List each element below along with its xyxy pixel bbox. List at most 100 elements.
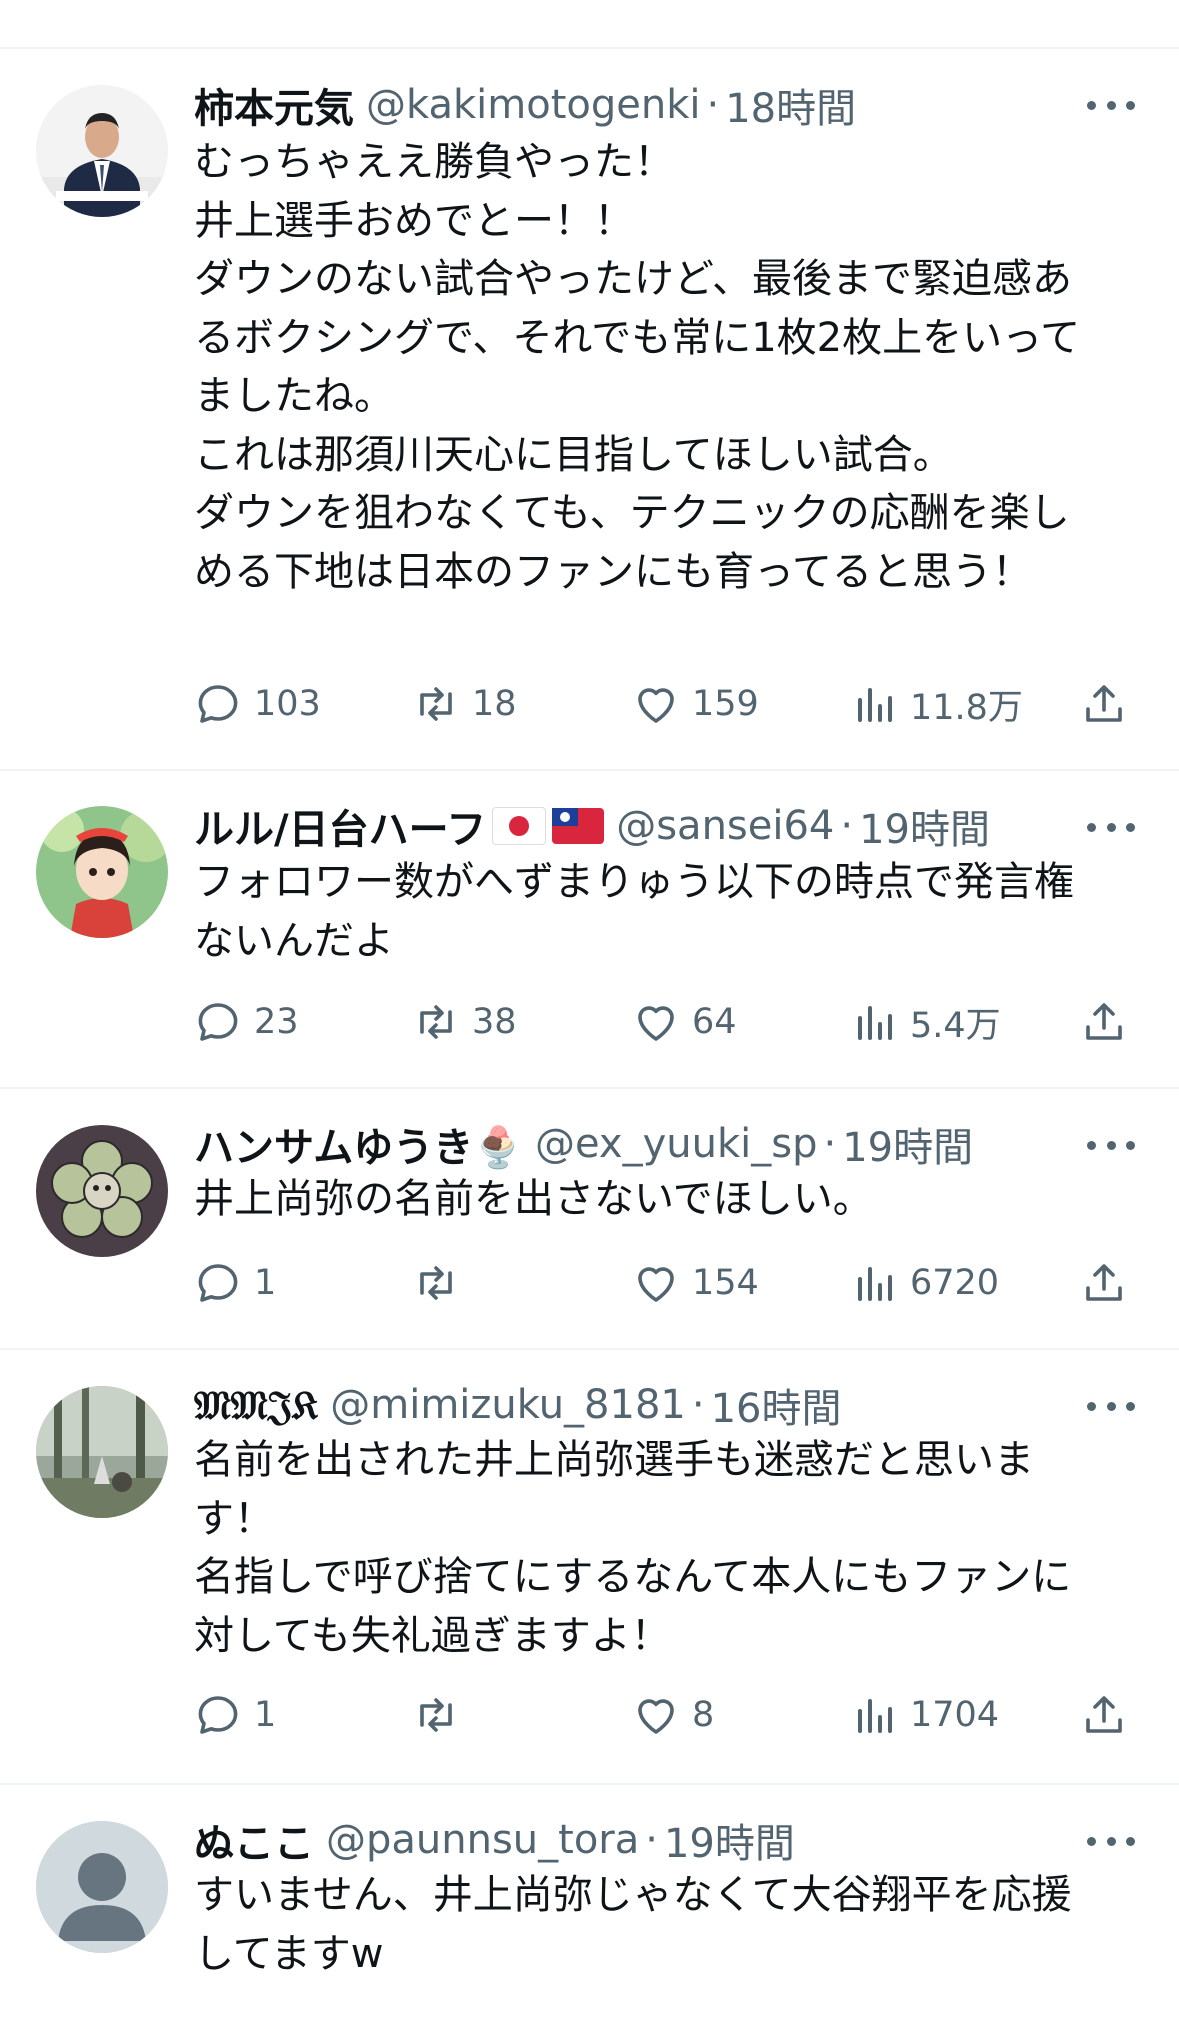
action-bar: 1 8 1704 <box>194 1687 1144 1743</box>
tweet-header: 𝔐𝔐𝔍𝔎 @mimizuku_8181 · 16時間 <box>194 1375 841 1435</box>
share-icon <box>1086 1003 1122 1040</box>
text-line: すいません、井上尚弥じゃなくて大谷翔平を応援 <box>194 1872 1072 1918</box>
share-button[interactable] <box>1080 1687 1128 1743</box>
default-avatar-icon[interactable] <box>36 1821 168 1953</box>
tweet[interactable]: 𝔐𝔐𝔍𝔎 @mimizuku_8181 · 16時間 名前を出された井上尚弥選手… <box>0 1352 1179 1785</box>
retweet-button[interactable]: 18 <box>412 676 517 732</box>
reply-count: 1 <box>254 1263 277 1303</box>
views-count: 5.4万 <box>910 1005 1001 1046</box>
more-icon[interactable] <box>1087 821 1135 833</box>
share-button[interactable] <box>1080 994 1128 1050</box>
views-icon <box>858 1006 892 1040</box>
retweet-button[interactable] <box>412 1255 472 1311</box>
text-line: す！ <box>194 1495 274 1542</box>
action-bar: 23 38 64 5.4万 <box>194 994 1144 1050</box>
share-button[interactable] <box>1080 1255 1128 1311</box>
retweet-icon <box>420 1266 452 1300</box>
reply-icon <box>198 1003 238 1041</box>
heart-icon <box>638 1699 674 1734</box>
handle[interactable]: @kakimotogenki <box>366 82 700 128</box>
timestamp[interactable]: 19時間 <box>664 1811 795 1869</box>
share-icon <box>1086 1264 1122 1301</box>
text-line: 名指しで呼び捨てにするなんて本人にもファンに <box>194 1554 1072 1600</box>
more-icon[interactable] <box>1087 1139 1135 1151</box>
reply-button[interactable]: 103 <box>194 676 321 732</box>
views-count: 1704 <box>910 1695 1000 1735</box>
timestamp[interactable]: 19時間 <box>859 797 990 855</box>
tweet[interactable]: ハンサムゆうき🍨 @ex_yuuki_sp · 19時間 井上尚弥の名前を出さな… <box>0 1091 1179 1350</box>
more-icon[interactable] <box>1087 99 1135 111</box>
text-line: 対しても失礼過ぎますよ！ <box>194 1612 671 1659</box>
heart-icon <box>638 688 674 723</box>
avatar[interactable] <box>36 85 168 217</box>
reply-count: 23 <box>254 1002 299 1042</box>
views-count: 6720 <box>910 1263 1000 1303</box>
tweet-header: 柿本元気 @kakimotogenki · 18時間 <box>194 75 856 135</box>
text-line: るボクシングで、それでも常に1枚2枚上をいって <box>194 314 1081 361</box>
share-icon <box>1086 685 1122 722</box>
tweet[interactable]: ルル/日台ハーフ @sansei64 · 19時間 フォロワー数がへずまりゅう以… <box>0 773 1179 1089</box>
views-button[interactable]: 5.4万 <box>850 994 1001 1050</box>
tweet[interactable]: 柿本元気 @kakimotogenki · 18時間 むっちゃええ勝負やった！ … <box>0 49 1179 771</box>
views-button[interactable]: 1704 <box>850 1687 999 1743</box>
reply-button[interactable]: 1 <box>194 1687 276 1743</box>
top-strip <box>0 0 1179 49</box>
avatar[interactable] <box>36 806 168 938</box>
like-count: 159 <box>692 684 759 724</box>
display-name[interactable]: 柿本元気 <box>194 76 354 134</box>
separator: · <box>691 1382 705 1428</box>
text-line: ないんだよ <box>194 917 394 964</box>
reply-button[interactable]: 23 <box>194 994 299 1050</box>
timestamp[interactable]: 16時間 <box>711 1376 842 1434</box>
avatar[interactable] <box>36 1386 168 1518</box>
like-button[interactable]: 154 <box>632 1255 759 1311</box>
retweet-button[interactable]: 38 <box>412 994 517 1050</box>
like-count: 8 <box>692 1695 715 1735</box>
reply-button[interactable]: 1 <box>194 1255 276 1311</box>
views-button[interactable]: 6720 <box>850 1255 999 1311</box>
more-icon[interactable] <box>1087 1400 1135 1412</box>
views-icon <box>858 1699 892 1733</box>
timestamp[interactable]: 18時間 <box>725 76 856 134</box>
retweet-count: 18 <box>472 684 517 724</box>
text-line: これは那須川天心に目指してほしい試合。 <box>194 431 953 478</box>
more-icon[interactable] <box>1087 1835 1135 1847</box>
tweet-text: すいません、井上尚弥じゃなくて大谷翔平を応援 してますw <box>194 1866 1134 1983</box>
heart-icon <box>638 1267 674 1302</box>
tweet-text: フォロワー数がへずまりゅう以下の時点で発言権 ないんだよ <box>194 853 1134 970</box>
views-count: 11.8万 <box>910 687 1023 728</box>
japan-flag-icon <box>492 807 547 845</box>
avatar[interactable] <box>36 1125 168 1257</box>
handle[interactable]: @paunnsu_tora <box>326 1817 639 1863</box>
reply-icon <box>198 685 238 723</box>
like-button[interactable]: 8 <box>632 1687 714 1743</box>
retweet-icon <box>420 1698 452 1732</box>
timestamp[interactable]: 19時間 <box>842 1115 973 1173</box>
like-button[interactable]: 159 <box>632 676 759 732</box>
retweet-icon <box>420 687 452 721</box>
text-line: むっちゃええ勝負やった！ <box>194 139 674 185</box>
reply-icon <box>198 1696 238 1734</box>
like-count: 154 <box>692 1263 759 1303</box>
retweet-button[interactable] <box>412 1687 472 1743</box>
handle[interactable]: @ex_yuuki_sp <box>535 1121 817 1167</box>
separator: · <box>706 82 720 128</box>
heart-icon <box>638 1006 674 1041</box>
text-line: ダウンのない試合やったけど、最後まで緊迫感あ <box>194 256 1072 302</box>
tweet-text: 井上尚弥の名前を出さないでほしい。 <box>194 1170 1134 1229</box>
tweet-text: 名前を出された井上尚弥選手も迷惑だと思いま す！ 名指しで呼び捨てにするなんて本… <box>194 1431 1134 1665</box>
retweet-icon <box>420 1005 452 1039</box>
display-name[interactable]: ルル/日台ハーフ <box>194 797 486 855</box>
like-button[interactable]: 64 <box>632 994 737 1050</box>
tweet-header: ルル/日台ハーフ @sansei64 · 19時間 <box>194 796 990 856</box>
display-name[interactable]: 𝔐𝔐𝔍𝔎 <box>194 1382 318 1429</box>
text-line: 名前を出された井上尚弥選手も迷惑だと思いま <box>194 1437 1034 1483</box>
views-button[interactable]: 11.8万 <box>850 676 1023 732</box>
handle[interactable]: @mimizuku_8181 <box>330 1382 686 1428</box>
display-name[interactable]: ハンサムゆうき🍨 <box>194 1115 523 1173</box>
display-name[interactable]: ぬここ <box>194 1811 314 1869</box>
handle[interactable]: @sansei64 <box>616 803 834 849</box>
reply-count: 103 <box>254 684 321 724</box>
share-button[interactable] <box>1080 676 1128 732</box>
tweet[interactable]: ぬここ @paunnsu_tora · 19時間 すいません、井上尚弥じゃなくて… <box>0 1787 1179 2040</box>
